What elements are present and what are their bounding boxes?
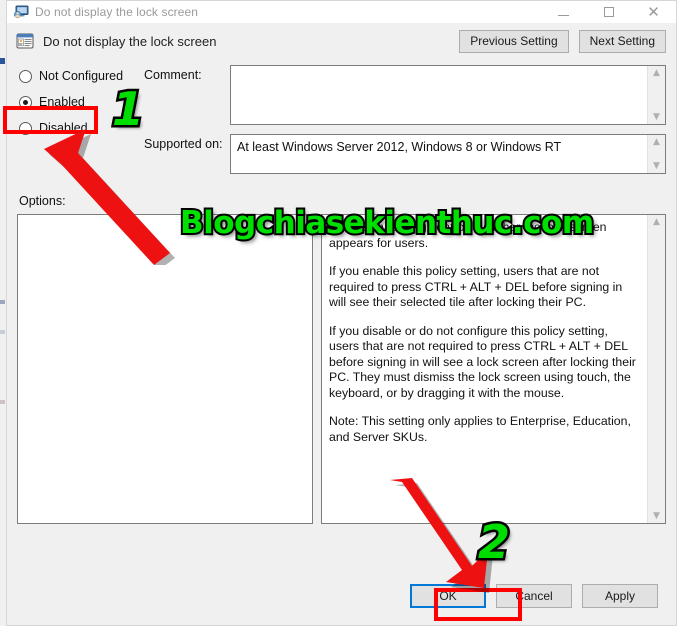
supported-on-textbox[interactable]: At least Windows Server 2012, Windows 8 … (230, 134, 666, 174)
comment-value (231, 66, 647, 124)
radio-disabled-label: Disabled (39, 121, 88, 135)
supported-on-label: Supported on: (144, 137, 223, 151)
help-paragraph: If you disable or do not configure this … (329, 323, 636, 400)
supported-field-row: Supported on: At least Windows Server 20… (144, 134, 666, 174)
group-policy-setting-icon (15, 31, 35, 51)
background-window-accent (0, 58, 5, 64)
setting-title: Do not display the lock screen (43, 33, 217, 49)
comment-textbox[interactable]: ▲ ▼ (230, 65, 666, 125)
ok-button[interactable]: OK (410, 584, 486, 608)
radio-not-configured[interactable]: Not Configured (19, 65, 144, 87)
options-and-help-panes: This policy setting controls whether the… (17, 214, 666, 524)
help-paragraph: This policy setting controls whether the… (329, 220, 607, 250)
radio-disabled[interactable]: Disabled (19, 117, 144, 139)
scroll-down-icon[interactable]: ▼ (653, 112, 660, 122)
field-spacer (144, 125, 666, 134)
scroll-up-icon[interactable]: ▲ (653, 217, 660, 227)
options-label: Options: (19, 194, 66, 208)
help-pane[interactable]: This policy setting controls whether the… (321, 214, 666, 524)
comment-and-supported-fields: Comment: ▲ ▼ Supported on: At least Wind… (144, 65, 666, 174)
options-pane[interactable] (17, 214, 313, 524)
maximize-icon[interactable] (586, 1, 631, 23)
radio-enabled-mark (19, 95, 32, 109)
state-and-fields: Not Configured Enabled Disabled Comment: (17, 59, 666, 174)
supported-on-value: At least Windows Server 2012, Windows 8 … (237, 140, 562, 154)
apply-button[interactable]: Apply (582, 584, 658, 608)
title-bar: Do not display the lock screen ✕ (7, 1, 676, 23)
dialog-body: Not Configured Enabled Disabled Comment: (7, 59, 676, 573)
close-icon[interactable]: ✕ (631, 1, 676, 23)
comment-scrollbar[interactable]: ▲ ▼ (647, 66, 665, 124)
scroll-up-icon[interactable]: ▲ (653, 137, 660, 147)
header-nav-buttons: Previous Setting Next Setting (459, 29, 666, 53)
minimize-icon[interactable] (541, 1, 586, 23)
next-setting-button[interactable]: Next Setting (578, 29, 666, 53)
scroll-down-icon[interactable]: ▼ (653, 161, 660, 171)
help-scrollbar[interactable]: ▲ ▼ (647, 215, 665, 523)
radio-not-configured-mark (19, 69, 32, 83)
scroll-down-icon[interactable]: ▼ (653, 511, 660, 521)
policy-state-radio-group: Not Configured Enabled Disabled (17, 65, 144, 174)
help-content: This policy setting controls whether the… (322, 215, 647, 523)
radio-disabled-mark (19, 121, 32, 135)
radio-enabled[interactable]: Enabled (19, 91, 144, 113)
background-window-accent-lower (0, 300, 5, 500)
window-title: Do not display the lock screen (35, 5, 199, 19)
supported-on-scrollbar[interactable]: ▲ ▼ (647, 135, 665, 173)
dialog-header: Do not display the lock screen Previous … (7, 23, 676, 59)
radio-not-configured-label: Not Configured (39, 69, 124, 83)
help-paragraph: If you enable this policy setting, users… (329, 264, 623, 309)
previous-setting-button[interactable]: Previous Setting (459, 29, 569, 53)
scroll-up-icon[interactable]: ▲ (653, 68, 660, 78)
cancel-button[interactable]: Cancel (496, 584, 572, 608)
comment-label: Comment: (144, 68, 202, 82)
options-content (18, 215, 312, 523)
dialog-footer: OK Cancel Apply (7, 573, 676, 625)
comment-field-row: Comment: ▲ ▼ (144, 65, 666, 125)
radio-enabled-label: Enabled (39, 95, 85, 109)
policy-setting-dialog: Do not display the lock screen ✕ Do not … (6, 0, 677, 626)
help-paragraph: Note: This setting only applies to Enter… (329, 414, 631, 444)
window-controls: ✕ (541, 1, 676, 23)
policy-monitor-icon (13, 4, 29, 20)
